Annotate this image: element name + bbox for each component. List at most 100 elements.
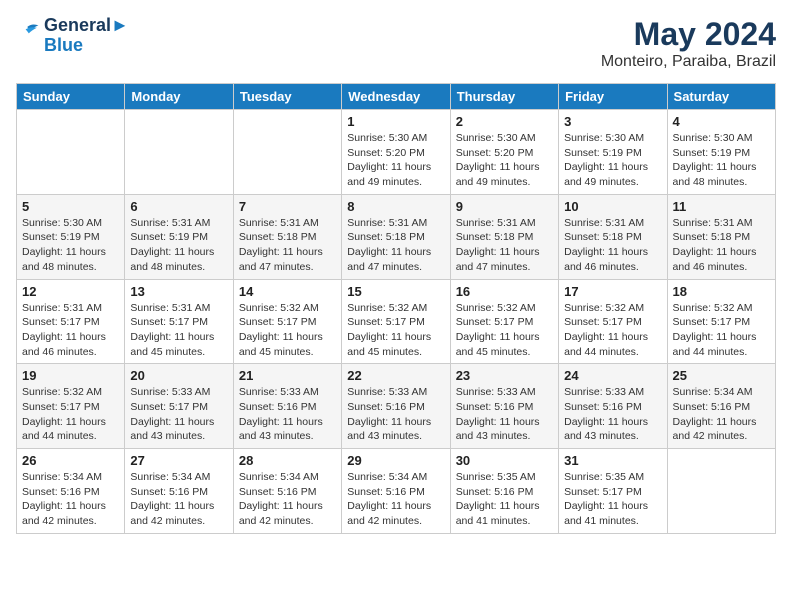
- calendar-cell: 24Sunrise: 5:33 AMSunset: 5:16 PMDayligh…: [559, 364, 667, 449]
- day-number: 31: [564, 453, 661, 468]
- day-info: Sunrise: 5:31 AMSunset: 5:18 PMDaylight:…: [564, 216, 661, 275]
- calendar-cell: 27 Sunrise: 5:34 AMSunset: 5:16 PMDayligh…: [125, 449, 233, 534]
- day-number: 22: [347, 368, 444, 383]
- day-number: 28: [239, 453, 336, 468]
- day-info: Sunrise: 5:31 AMSunset: 5:18 PMDaylight:…: [239, 216, 336, 275]
- calendar-header-saturday: Saturday: [667, 84, 775, 110]
- calendar-week-3: 12 Sunrise: 5:31 AMSunset: 5:17 PMDayligh…: [17, 279, 776, 364]
- calendar-week-1: 1 Sunrise: 5:30 AMSunset: 5:20 PMDaylight…: [17, 110, 776, 195]
- calendar-week-5: 26 Sunrise: 5:34 AMSunset: 5:16 PMDayligh…: [17, 449, 776, 534]
- day-number: 29: [347, 453, 444, 468]
- logo-text: General► Blue: [44, 16, 129, 56]
- calendar-cell: 5Sunrise: 5:30 AMSunset: 5:19 PMDaylight…: [17, 194, 125, 279]
- day-info: Sunrise: 5:32 AMSunset: 5:17 PMDaylight:…: [456, 301, 553, 360]
- day-info: Sunrise: 5:31 AMSunset: 5:17 PMDaylight:…: [22, 301, 119, 360]
- day-info: Sunrise: 5:34 AMSunset: 5:16 PMDaylight:…: [22, 470, 119, 529]
- calendar-week-4: 19 Sunrise: 5:32 AMSunset: 5:17 PMDayligh…: [17, 364, 776, 449]
- calendar-cell: [17, 110, 125, 195]
- calendar-cell: 4 Sunrise: 5:30 AMSunset: 5:19 PMDaylight…: [667, 110, 775, 195]
- calendar-cell: 8 Sunrise: 5:31 AMSunset: 5:18 PMDaylight…: [342, 194, 450, 279]
- day-info: Sunrise: 5:31 AMSunset: 5:17 PMDaylight:…: [130, 301, 227, 360]
- calendar-header-row: SundayMondayTuesdayWednesdayThursdayFrid…: [17, 84, 776, 110]
- day-info: Sunrise: 5:30 AMSunset: 5:19 PMDaylight:…: [673, 131, 770, 190]
- day-number: 30: [456, 453, 553, 468]
- calendar-header-friday: Friday: [559, 84, 667, 110]
- calendar-cell: [667, 449, 775, 534]
- day-info: Sunrise: 5:34 AMSunset: 5:16 PMDaylight:…: [130, 470, 227, 529]
- day-number: 18: [673, 284, 770, 299]
- calendar-cell: 17 Sunrise: 5:32 AMSunset: 5:17 PMDayligh…: [559, 279, 667, 364]
- day-info: Sunrise: 5:34 AMSunset: 5:16 PMDaylight:…: [239, 470, 336, 529]
- day-info: Sunrise: 5:34 AMSunset: 5:16 PMDaylight:…: [347, 470, 444, 529]
- day-number: 1: [347, 114, 444, 129]
- day-info: Sunrise: 5:32 AMSunset: 5:17 PMDaylight:…: [564, 301, 661, 360]
- day-info: Sunrise: 5:32 AMSunset: 5:17 PMDaylight:…: [239, 301, 336, 360]
- day-info: Sunrise: 5:33 AMSunset: 5:16 PMDaylight:…: [347, 385, 444, 444]
- day-number: 25: [673, 368, 770, 383]
- calendar-cell: 10 Sunrise: 5:31 AMSunset: 5:18 PMDayligh…: [559, 194, 667, 279]
- calendar-cell: 2 Sunrise: 5:30 AMSunset: 5:20 PMDaylight…: [450, 110, 558, 195]
- calendar-cell: 20Sunrise: 5:33 AMSunset: 5:17 PMDayligh…: [125, 364, 233, 449]
- calendar-cell: 25Sunrise: 5:34 AMSunset: 5:16 PMDayligh…: [667, 364, 775, 449]
- day-info: Sunrise: 5:30 AMSunset: 5:20 PMDaylight:…: [347, 131, 444, 190]
- day-info: Sunrise: 5:31 AMSunset: 5:18 PMDaylight:…: [347, 216, 444, 275]
- calendar-cell: 26 Sunrise: 5:34 AMSunset: 5:16 PMDayligh…: [17, 449, 125, 534]
- day-number: 21: [239, 368, 336, 383]
- day-number: 11: [673, 199, 770, 214]
- calendar-cell: 11 Sunrise: 5:31 AMSunset: 5:18 PMDayligh…: [667, 194, 775, 279]
- day-info: Sunrise: 5:35 AMSunset: 5:16 PMDaylight:…: [456, 470, 553, 529]
- calendar-header-monday: Monday: [125, 84, 233, 110]
- calendar-cell: 9 Sunrise: 5:31 AMSunset: 5:18 PMDaylight…: [450, 194, 558, 279]
- day-number: 9: [456, 199, 553, 214]
- day-number: 23: [456, 368, 553, 383]
- day-number: 3: [564, 114, 661, 129]
- calendar-cell: 15 Sunrise: 5:32 AMSunset: 5:17 PMDayligh…: [342, 279, 450, 364]
- day-info: Sunrise: 5:35 AMSunset: 5:17 PMDaylight:…: [564, 470, 661, 529]
- day-number: 27: [130, 453, 227, 468]
- location-title: Monteiro, Paraiba, Brazil: [601, 53, 776, 71]
- calendar-week-2: 5Sunrise: 5:30 AMSunset: 5:19 PMDaylight…: [17, 194, 776, 279]
- month-title: May 2024: [601, 16, 776, 53]
- logo-bird-icon: [16, 23, 40, 43]
- calendar-cell: 21 Sunrise: 5:33 AMSunset: 5:16 PMDayligh…: [233, 364, 341, 449]
- day-number: 8: [347, 199, 444, 214]
- day-number: 15: [347, 284, 444, 299]
- calendar-cell: 22 Sunrise: 5:33 AMSunset: 5:16 PMDayligh…: [342, 364, 450, 449]
- day-number: 12: [22, 284, 119, 299]
- logo: General► Blue: [16, 16, 129, 56]
- calendar-header-tuesday: Tuesday: [233, 84, 341, 110]
- calendar-cell: 19 Sunrise: 5:32 AMSunset: 5:17 PMDayligh…: [17, 364, 125, 449]
- calendar-cell: 23Sunrise: 5:33 AMSunset: 5:16 PMDayligh…: [450, 364, 558, 449]
- calendar-cell: 16Sunrise: 5:32 AMSunset: 5:17 PMDayligh…: [450, 279, 558, 364]
- day-info: Sunrise: 5:33 AMSunset: 5:17 PMDaylight:…: [130, 385, 227, 444]
- day-info: Sunrise: 5:33 AMSunset: 5:16 PMDaylight:…: [239, 385, 336, 444]
- day-number: 14: [239, 284, 336, 299]
- day-info: Sunrise: 5:30 AMSunset: 5:20 PMDaylight:…: [456, 131, 553, 190]
- calendar-cell: 7 Sunrise: 5:31 AMSunset: 5:18 PMDaylight…: [233, 194, 341, 279]
- day-number: 26: [22, 453, 119, 468]
- calendar-cell: 28 Sunrise: 5:34 AMSunset: 5:16 PMDayligh…: [233, 449, 341, 534]
- day-number: 7: [239, 199, 336, 214]
- day-number: 19: [22, 368, 119, 383]
- calendar-cell: 29 Sunrise: 5:34 AMSunset: 5:16 PMDayligh…: [342, 449, 450, 534]
- day-info: Sunrise: 5:31 AMSunset: 5:18 PMDaylight:…: [673, 216, 770, 275]
- day-number: 17: [564, 284, 661, 299]
- day-number: 10: [564, 199, 661, 214]
- calendar-cell: [233, 110, 341, 195]
- calendar-cell: 30 Sunrise: 5:35 AMSunset: 5:16 PMDayligh…: [450, 449, 558, 534]
- day-info: Sunrise: 5:32 AMSunset: 5:17 PMDaylight:…: [347, 301, 444, 360]
- day-number: 13: [130, 284, 227, 299]
- day-info: Sunrise: 5:33 AMSunset: 5:16 PMDaylight:…: [564, 385, 661, 444]
- calendar-cell: 18Sunrise: 5:32 AMSunset: 5:17 PMDayligh…: [667, 279, 775, 364]
- calendar-header-thursday: Thursday: [450, 84, 558, 110]
- day-info: Sunrise: 5:30 AMSunset: 5:19 PMDaylight:…: [564, 131, 661, 190]
- calendar-cell: 3 Sunrise: 5:30 AMSunset: 5:19 PMDaylight…: [559, 110, 667, 195]
- day-info: Sunrise: 5:32 AMSunset: 5:17 PMDaylight:…: [22, 385, 119, 444]
- day-number: 4: [673, 114, 770, 129]
- calendar-cell: 12 Sunrise: 5:31 AMSunset: 5:17 PMDayligh…: [17, 279, 125, 364]
- calendar-cell: 14 Sunrise: 5:32 AMSunset: 5:17 PMDayligh…: [233, 279, 341, 364]
- day-number: 2: [456, 114, 553, 129]
- title-block: May 2024 Monteiro, Paraiba, Brazil: [601, 16, 776, 71]
- day-info: Sunrise: 5:31 AMSunset: 5:18 PMDaylight:…: [456, 216, 553, 275]
- calendar-header-wednesday: Wednesday: [342, 84, 450, 110]
